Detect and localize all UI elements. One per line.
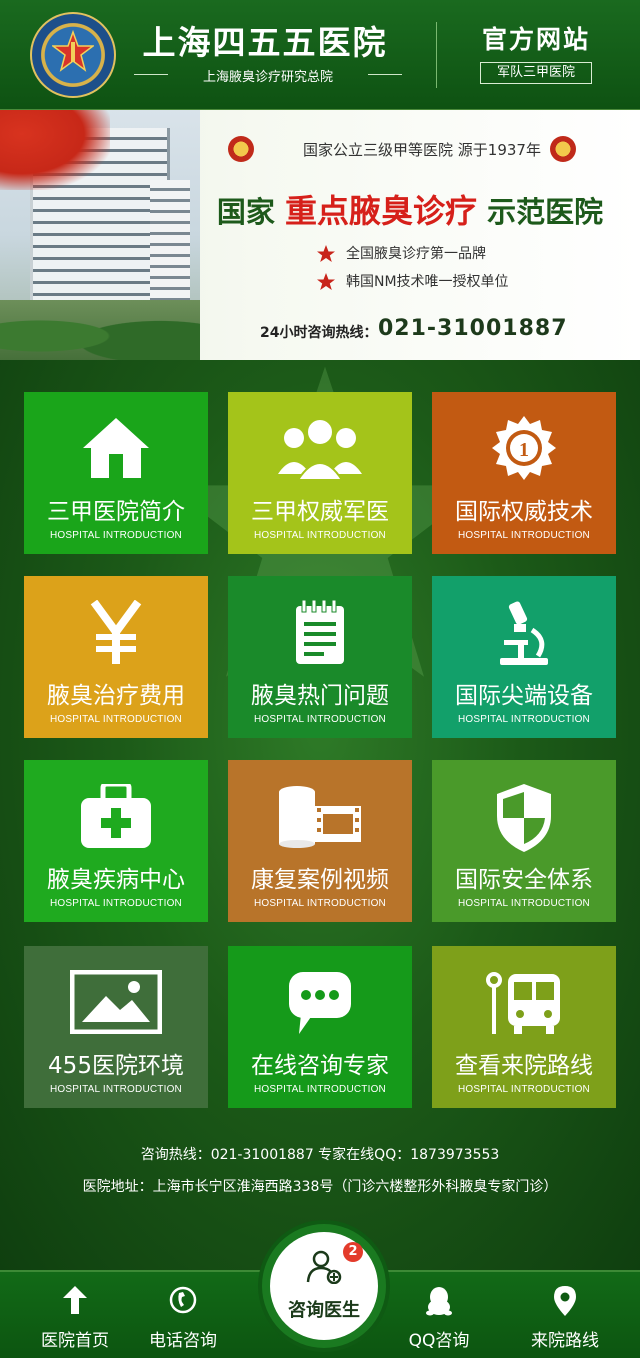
tile-title: 国际安全体系 — [455, 867, 593, 893]
consult-doctor-inner: 2 咨询医生 — [270, 1232, 378, 1340]
house-icon — [83, 418, 149, 478]
tile-subtitle: HOSPITAL INTRODUCTION — [254, 898, 386, 909]
shield-icon — [497, 784, 551, 852]
tile-title: 三甲医院简介 — [47, 499, 185, 525]
medkit-icon — [81, 784, 151, 848]
hospital-subtitle: 上海腋臭诊疗研究总院 — [202, 70, 333, 85]
feature-item: 全国腋臭诊疗第一品牌 — [316, 242, 486, 266]
tile-title: 腋臭热门问题 — [251, 683, 389, 709]
tile-route[interactable]: 查看来院路线 HOSPITAL INTRODUCTION — [432, 946, 616, 1108]
nav-qq[interactable]: QQ咨询 — [384, 1272, 494, 1358]
trees-shape — [0, 300, 200, 360]
address-line: 医院地址：上海市长宁区淮海西路338号（门诊六楼整形外科腋臭专家门诊） — [82, 1179, 558, 1195]
flag-decoration — [0, 110, 110, 190]
tile-title: 康复案例视频 — [251, 867, 389, 893]
tile-subtitle: HOSPITAL INTRODUCTION — [254, 714, 386, 725]
qq-penguin-icon — [426, 1287, 452, 1316]
tile-subtitle: HOSPITAL INTRODUCTION — [458, 714, 590, 725]
tile-advanced-equipment[interactable]: 国际尖端设备 HOSPITAL INTRODUCTION — [432, 576, 616, 738]
headline-highlight: 重点腋臭诊疗 — [284, 192, 477, 230]
svg-text:1: 1 — [519, 439, 529, 461]
tile-subtitle: HOSPITAL INTRODUCTION — [50, 714, 182, 725]
doctor-add-icon — [306, 1250, 342, 1284]
tile-title: 455医院环境 — [48, 1053, 184, 1079]
nav-label: 医院首页 — [41, 1331, 109, 1351]
hotline-label: 24小时咨询热线： — [260, 325, 378, 341]
nav-label: 电话咨询 — [149, 1331, 217, 1351]
army-badge-icon — [550, 136, 576, 162]
phone-icon — [169, 1286, 197, 1314]
tile-recovery-videos[interactable]: 康复案例视频 HOSPITAL INTRODUCTION — [228, 760, 412, 922]
chat-icon — [289, 972, 351, 1034]
medal-icon: 1 — [492, 416, 556, 480]
yen-icon — [90, 600, 142, 664]
consult-doctor-button[interactable]: 2 咨询医生 — [262, 1224, 386, 1348]
tile-hot-questions[interactable]: 腋臭热门问题 HOSPITAL INTRODUCTION — [228, 576, 412, 738]
tile-subtitle: HOSPITAL INTRODUCTION — [458, 1084, 590, 1095]
hospital-logo[interactable] — [30, 12, 116, 98]
tile-title: 三甲权威军医 — [251, 499, 389, 525]
tile-subtitle: HOSPITAL INTRODUCTION — [458, 530, 590, 541]
nav-label: QQ咨询 — [408, 1331, 470, 1351]
feature-item: 韩国NM技术唯一授权单位 — [316, 270, 509, 294]
tile-title: 查看来院路线 — [455, 1053, 593, 1079]
red-star-icon — [317, 245, 335, 262]
tile-international-tech[interactable]: 1 国际权威技术 HOSPITAL INTRODUCTION — [432, 392, 616, 554]
tile-title: 国际权威技术 — [455, 499, 593, 525]
hospital-building-photo — [0, 110, 200, 360]
tile-subtitle: HOSPITAL INTRODUCTION — [254, 1084, 386, 1095]
nav-route[interactable]: 来院路线 — [510, 1272, 620, 1358]
tile-treatment-cost[interactable]: 腋臭治疗费用 HOSPITAL INTRODUCTION — [24, 576, 208, 738]
notification-badge: 2 — [343, 1242, 363, 1262]
nav-phone[interactable]: 电话咨询 — [128, 1272, 238, 1358]
tile-safety-system[interactable]: 国际安全体系 HOSPITAL INTRODUCTION — [432, 760, 616, 922]
contact-info-line: 咨询热线：021-31001887 专家在线QQ：1873973553 — [140, 1147, 500, 1163]
tile-online-consult[interactable]: 在线咨询专家 HOSPITAL INTRODUCTION — [228, 946, 412, 1108]
nav-home[interactable]: 医院首页 — [20, 1272, 130, 1358]
main-menu-area: 三甲医院简介 HOSPITAL INTRODUCTION 三甲权威军医 HOSP… — [0, 360, 640, 1270]
tile-title: 在线咨询专家 — [251, 1053, 389, 1079]
hero-banner[interactable]: 国家公立三级甲等医院 源于1937年 国家 重点腋臭诊疗 示范医院 全国腋臭诊疗… — [0, 110, 640, 360]
bus-icon — [486, 972, 560, 1034]
headline-prefix: 国家 — [216, 195, 275, 229]
headline-suffix: 示范医院 — [487, 195, 604, 229]
consult-label: 咨询医生 — [288, 1300, 360, 1321]
tile-military-doctors[interactable]: 三甲权威军医 HOSPITAL INTRODUCTION — [228, 392, 412, 554]
tile-subtitle: HOSPITAL INTRODUCTION — [458, 898, 590, 909]
tile-title: 国际尖端设备 — [455, 683, 593, 709]
hotline-number[interactable]: 021-31001887 — [378, 316, 568, 341]
arrow-up-icon — [63, 1286, 87, 1314]
tile-hospital-intro[interactable]: 三甲医院简介 HOSPITAL INTRODUCTION — [24, 392, 208, 554]
hospital-name: 上海四五五医院 — [142, 23, 388, 62]
red-star-icon — [317, 273, 335, 290]
nav-label: 来院路线 — [531, 1331, 599, 1351]
tile-subtitle: HOSPITAL INTRODUCTION — [50, 1084, 182, 1095]
notepad-icon — [296, 600, 344, 664]
tile-subtitle: HOSPITAL INTRODUCTION — [254, 530, 386, 541]
army-star-icon — [52, 30, 94, 72]
doctors-icon — [278, 418, 362, 480]
tile-hospital-environment[interactable]: 455医院环境 HOSPITAL INTRODUCTION — [24, 946, 208, 1108]
tile-subtitle: HOSPITAL INTRODUCTION — [50, 530, 182, 541]
tile-title: 腋臭治疗费用 — [47, 683, 185, 709]
header-divider — [436, 22, 437, 88]
tile-subtitle: HOSPITAL INTRODUCTION — [50, 898, 182, 909]
picture-icon — [70, 970, 162, 1034]
official-badge: 军队三甲医院 — [480, 62, 592, 84]
site-header: 上海四五五医院 上海腋臭诊疗研究总院 官方网站 军队三甲医院 — [0, 0, 640, 110]
feature-text: 韩国NM技术唯一授权单位 — [346, 274, 509, 290]
film-icon — [279, 786, 361, 848]
feature-text: 全国腋臭诊疗第一品牌 — [346, 246, 486, 262]
location-pin-icon — [554, 1286, 576, 1316]
banner-headline: 国家 重点腋臭诊疗 示范医院 — [190, 186, 630, 230]
official-site-title: 官方网站 — [481, 25, 590, 54]
tile-disease-center[interactable]: 腋臭疾病中心 HOSPITAL INTRODUCTION — [24, 760, 208, 922]
microscope-icon — [500, 601, 548, 665]
tile-title: 腋臭疾病中心 — [47, 867, 185, 893]
